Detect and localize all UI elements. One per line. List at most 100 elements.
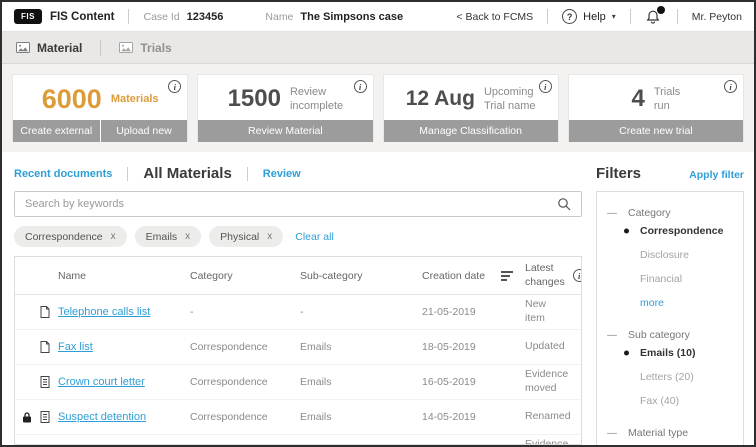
upcoming-trial-date: 12 Aug — [405, 87, 475, 110]
cell-date: 18-05-2019 — [422, 341, 476, 353]
summary-cards: i 6000 Materials Create external Upload … — [2, 64, 754, 152]
filters-header: Filters Apply filter — [596, 165, 744, 182]
filter-option-label: Correspondence — [640, 225, 724, 237]
sort-icon[interactable] — [501, 270, 513, 281]
image-icon — [16, 42, 30, 53]
help-label: Help — [583, 10, 606, 23]
filter-option-label: Emails (10) — [640, 347, 696, 359]
remove-icon[interactable]: x — [111, 231, 116, 242]
chip-label: Physical — [220, 230, 260, 243]
filter-group-header: — Material type — [607, 427, 735, 439]
back-to-fcms-link[interactable]: < Back to FCMS — [456, 11, 533, 23]
info-icon[interactable]: i — [353, 80, 367, 93]
top-bar: FIS FIS Content Case Id 123456 Name The … — [2, 2, 754, 32]
cell-category: - — [190, 306, 194, 318]
create-new-trial-button[interactable]: Create new trial — [568, 120, 743, 142]
tab-recent-documents[interactable]: Recent documents — [14, 168, 112, 180]
manage-classification-button[interactable]: Manage Classification — [383, 120, 558, 142]
divider — [246, 166, 248, 181]
cell-category: Correspondence — [190, 411, 268, 423]
materials-card-body: 6000 Materials — [13, 75, 187, 120]
more-link-label: more — [640, 297, 664, 309]
col-category: Category — [190, 269, 233, 282]
filter-option-digital[interactable]: Digital — [607, 439, 735, 445]
review-material-button[interactable]: Review Material — [198, 120, 373, 142]
filter-option-disclosure[interactable]: Disclosure — [607, 243, 735, 267]
view-tabs: Recent documents All Materials Review — [14, 165, 582, 182]
search-input[interactable] — [25, 198, 557, 210]
cell-category: Correspondence — [190, 376, 268, 388]
notifications-button[interactable] — [645, 5, 665, 25]
help-menu[interactable]: ? Help ▾ — [562, 9, 616, 24]
user-menu[interactable]: Mr. Peyton — [692, 11, 742, 23]
tab-material[interactable]: Material — [16, 41, 82, 55]
filter-group-header: — Category — [607, 207, 735, 219]
clear-all-link[interactable]: Clear all — [295, 231, 334, 243]
row-icons — [15, 411, 58, 423]
info-icon[interactable]: i — [572, 269, 581, 282]
collapse-icon[interactable]: — — [607, 208, 617, 219]
materials-card-actions: Create external Upload new — [13, 120, 188, 142]
tab-material-label: Material — [37, 40, 83, 55]
file-icon — [40, 306, 50, 318]
cell-subcategory: Emails — [300, 341, 332, 353]
filters-panel: Filters Apply filter — Category Correspo… — [596, 152, 754, 445]
collapse-icon[interactable]: — — [607, 330, 617, 341]
cell-category: Correspondence — [190, 341, 268, 353]
info-icon[interactable]: i — [538, 80, 552, 93]
divider — [127, 166, 129, 181]
cell-subcategory: - — [300, 306, 304, 318]
create-external-button[interactable]: Create external — [13, 120, 100, 142]
col-creation-date: Creation date — [422, 270, 525, 282]
filter-option-correspondence[interactable]: Correspondence — [607, 219, 735, 243]
filter-option-emails[interactable]: Emails (10) — [607, 341, 735, 365]
tab-trials[interactable]: Trials — [119, 41, 172, 55]
upload-new-button[interactable]: Upload new — [100, 120, 188, 142]
apply-filter-link[interactable]: Apply filter — [689, 169, 744, 181]
divider — [629, 9, 631, 24]
tab-review[interactable]: Review — [263, 168, 301, 180]
filter-option-label: Letters (20) — [640, 371, 694, 383]
materials-card: i 6000 Materials Create external Upload … — [12, 74, 189, 142]
chip-emails[interactable]: Emails x — [134, 226, 202, 247]
filter-group-subcategory: — Sub category Emails (10) Letters (20) … — [607, 329, 735, 413]
material-link[interactable]: Crown court letter — [58, 376, 190, 388]
filter-option-financial[interactable]: Financial — [607, 267, 735, 291]
trials-run-card: i 4 Trials run Create new trial — [567, 74, 744, 142]
upcoming-trial-label: Upcoming Trial name — [483, 85, 536, 112]
info-icon[interactable]: i — [724, 80, 737, 93]
material-link[interactable]: Fax list — [58, 341, 190, 353]
filter-option-letters[interactable]: Letters (20) — [607, 365, 735, 389]
filter-option-fax[interactable]: Fax (40) — [607, 389, 735, 413]
cell-latest-change: New item — [525, 298, 547, 324]
divider — [676, 9, 678, 24]
materials-table: Name Category Sub-category Creation date… — [14, 256, 582, 445]
remove-icon[interactable]: x — [185, 231, 190, 242]
review-incomplete-label: Review incomplete — [289, 85, 344, 112]
tab-all-materials[interactable]: All Materials — [143, 165, 231, 182]
filter-option-label: Financial — [640, 273, 683, 285]
more-link[interactable]: more — [607, 291, 735, 315]
row-icons — [15, 376, 58, 388]
row-icons — [15, 306, 58, 318]
col-latest-changes: Latest changes i — [525, 262, 581, 289]
chip-correspondence[interactable]: Correspondence x — [14, 226, 127, 247]
collapse-icon[interactable]: — — [607, 428, 617, 439]
app-title: FIS Content — [49, 10, 115, 23]
trials-run-card-body: 4 Trials run — [569, 75, 743, 120]
remove-icon[interactable]: x — [267, 231, 272, 242]
chip-physical[interactable]: Physical x — [209, 226, 284, 247]
materials-count: 6000 — [41, 83, 102, 114]
trial-card-body: 12 Aug Upcoming Trial name — [384, 75, 558, 120]
material-link[interactable]: Telephone calls list — [58, 306, 190, 318]
material-link[interactable]: Suspect detention — [58, 411, 190, 423]
search-icon[interactable] — [557, 197, 571, 211]
col-subcategory: Sub-category — [300, 269, 363, 282]
divider — [128, 9, 130, 24]
table-row: Face-to-Face Correspondence Emails 12-05… — [15, 435, 581, 444]
cell-subcategory: Emails — [300, 376, 332, 388]
cell-latest-change: Evidence moved — [525, 368, 569, 394]
table-row: Suspect detention Correspondence Emails … — [15, 400, 581, 435]
col-creation-date-label: Creation date — [422, 269, 486, 282]
filter-group-title: Material type — [628, 427, 689, 439]
